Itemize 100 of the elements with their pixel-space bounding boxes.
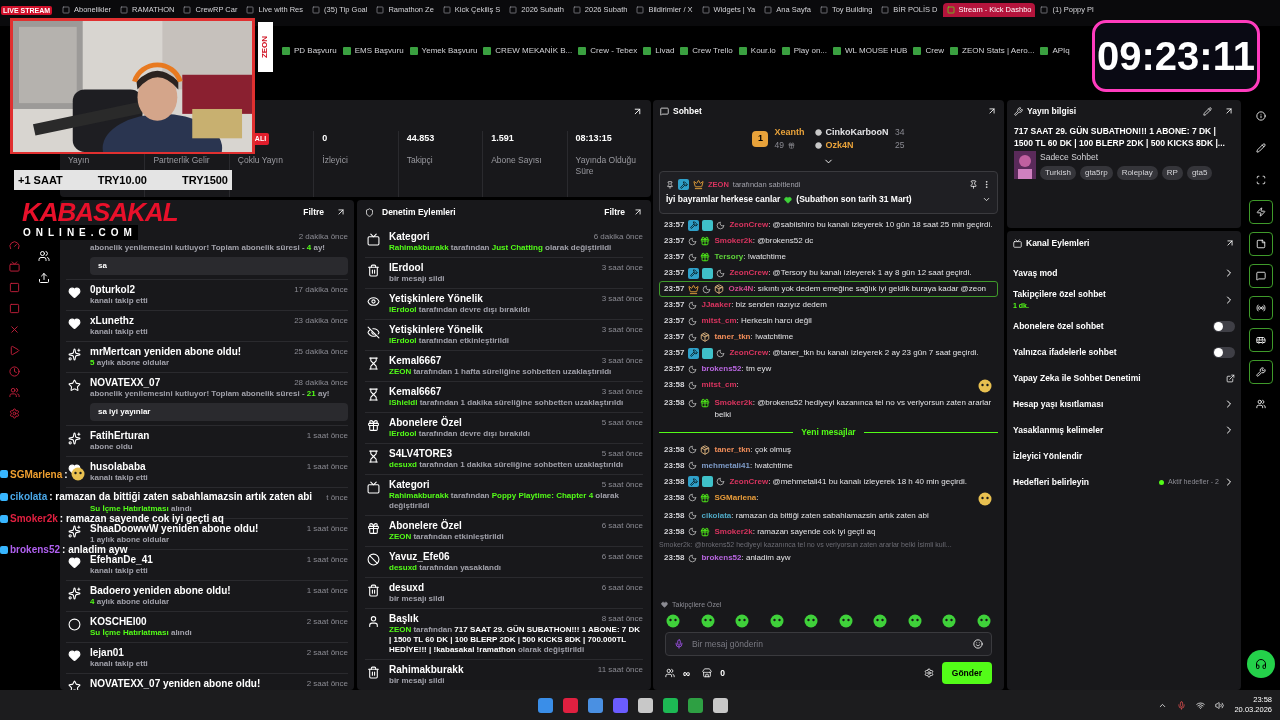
edit-icon[interactable] (1203, 106, 1212, 116)
points-icon[interactable] (665, 668, 675, 678)
sidebar-icon[interactable] (8, 345, 20, 356)
emote-button[interactable] (699, 614, 716, 628)
activity-time: 6 saat önce (601, 551, 643, 563)
support-button[interactable] (1246, 650, 1275, 678)
stat-value: 1.591 (491, 132, 514, 146)
expand-icon[interactable] (336, 207, 346, 217)
bookmark[interactable]: CREW MEKANİK B... (483, 45, 573, 57)
hammer-badge-icon (688, 219, 700, 231)
points-count: ∞ (683, 666, 691, 681)
bookmark[interactable]: Crew Trello (680, 45, 733, 57)
emote-button[interactable] (803, 614, 820, 628)
sidebar-icon[interactable] (8, 282, 20, 293)
message-time: 23:58 (664, 525, 685, 538)
expand-icon[interactable] (987, 106, 997, 116)
emoji-icon[interactable] (973, 639, 983, 649)
tag[interactable]: RP (1161, 165, 1183, 180)
emote-icon (872, 614, 889, 628)
emote-button[interactable] (837, 614, 854, 628)
action-label: Yalnızca ifadelerle sohbet (1013, 345, 1118, 359)
tag[interactable]: Turkish (1040, 165, 1076, 180)
mic-icon[interactable] (1177, 700, 1187, 710)
sidebar-icon[interactable] (8, 240, 20, 251)
users-icon[interactable] (38, 250, 50, 262)
toggle-switch[interactable] (1213, 320, 1235, 332)
taskbar-app-icon[interactable] (588, 697, 603, 713)
activity-time: 1 saat önce (306, 461, 348, 473)
upload-icon[interactable] (38, 272, 50, 284)
channel-action[interactable]: Hesap yaşı kısıtlaması (1013, 391, 1235, 418)
emote-drawing (977, 491, 993, 506)
bookmark[interactable]: ZEON Stats | Aero... (950, 45, 1035, 57)
bus-button[interactable] (1248, 328, 1273, 352)
tag[interactable]: gta5rp (1079, 165, 1113, 180)
bookmark[interactable]: Livad (643, 45, 675, 57)
message-time: 23:57 (664, 251, 685, 263)
bookmark[interactable]: PD Başvuru (282, 45, 337, 57)
emote-button[interactable] (975, 614, 992, 628)
sidebar-icon[interactable] (8, 387, 20, 398)
message-field[interactable]: Bir mesaj gönderin (665, 632, 992, 656)
taskbar-app-icon[interactable] (663, 697, 678, 713)
expand-icon[interactable] (632, 106, 643, 117)
tag[interactable]: gta5 (1186, 165, 1213, 180)
message-input[interactable]: Bir mesaj gönderin (692, 637, 965, 651)
channel-action[interactable]: Yapay Zeka ile Sohbet Denetimi (1013, 365, 1235, 392)
bookmark[interactable]: Crew - Tebex (578, 45, 638, 57)
send-button[interactable]: Gönder (941, 661, 992, 685)
sidebar-icon[interactable] (8, 303, 20, 314)
taskbar-app-icon[interactable] (538, 697, 553, 713)
chat-button[interactable] (1248, 264, 1273, 288)
more-icon[interactable] (982, 180, 991, 190)
bookmark[interactable]: Play on... (781, 45, 828, 57)
sidebar-icon[interactable] (8, 408, 20, 419)
network-icon[interactable] (1196, 700, 1206, 710)
filter-button[interactable]: Filtre (604, 205, 625, 219)
channel-action[interactable]: Yalnızca ifadelerle sohbet (1013, 339, 1235, 366)
taskbar-app-icon[interactable] (713, 697, 728, 713)
bookmark[interactable]: APIq (1040, 45, 1070, 57)
filter-button[interactable]: Filtre (303, 205, 324, 219)
box-badge-icon (700, 332, 711, 342)
donation-text: +1 SAAT (18, 172, 63, 188)
message-text: mitst_cm: Herkesin harcı değil (701, 315, 813, 327)
sidebar-icon[interactable] (8, 324, 20, 335)
bookmark[interactable]: WL MOUSE HUB (833, 45, 908, 57)
emote-button[interactable] (665, 614, 681, 628)
expand-icon[interactable] (1224, 106, 1234, 116)
sidebar-icon[interactable] (8, 366, 20, 377)
bookmark[interactable]: Crew (913, 45, 945, 57)
bookmark[interactable]: Yemek Başvuru (409, 45, 478, 57)
toggle-switch[interactable] (1213, 346, 1235, 358)
volume-icon[interactable] (1215, 700, 1225, 710)
expand-icon[interactable] (1225, 238, 1235, 248)
ban-icon (366, 553, 380, 566)
note-button[interactable] (1248, 232, 1273, 256)
emote-button[interactable] (872, 614, 889, 628)
broadcast-button[interactable] (1248, 296, 1273, 320)
mic-icon[interactable] (674, 639, 684, 649)
bookmark[interactable]: EMS Başvuru (342, 45, 404, 57)
channel-action[interactable]: İzleyici Yönlendir (1013, 443, 1235, 470)
expand-icon[interactable] (633, 207, 643, 217)
category-name[interactable]: Sadece Sohbet (1040, 151, 1234, 164)
tag[interactable]: Roleplay (1116, 165, 1158, 180)
channel-action[interactable]: Yavaş mod (1013, 260, 1235, 286)
lightning-button[interactable] (1248, 200, 1273, 224)
taskbar-app-icon[interactable] (688, 697, 703, 713)
channel-action[interactable]: Abonelere özel sohbet (1013, 313, 1235, 340)
unpin-icon[interactable] (969, 180, 978, 190)
channel-action[interactable]: Yasaklanmış kelimeler (1013, 417, 1235, 444)
store-icon[interactable] (702, 668, 713, 678)
settings-icon[interactable] (923, 668, 934, 678)
emote-button[interactable] (768, 614, 785, 628)
bookmark[interactable]: Kour.io (738, 45, 776, 57)
emote-button[interactable] (734, 614, 751, 628)
leader-name: Xeanth (774, 125, 805, 139)
taskbar-app-icon[interactable] (638, 697, 653, 713)
emote-button[interactable] (941, 614, 958, 628)
activity-detail: 4 aylık abone oldular (90, 597, 171, 607)
wrench-button[interactable] (1248, 360, 1273, 384)
emote-button[interactable] (906, 614, 923, 628)
message-text: Tersory: !watchtime (714, 251, 787, 263)
